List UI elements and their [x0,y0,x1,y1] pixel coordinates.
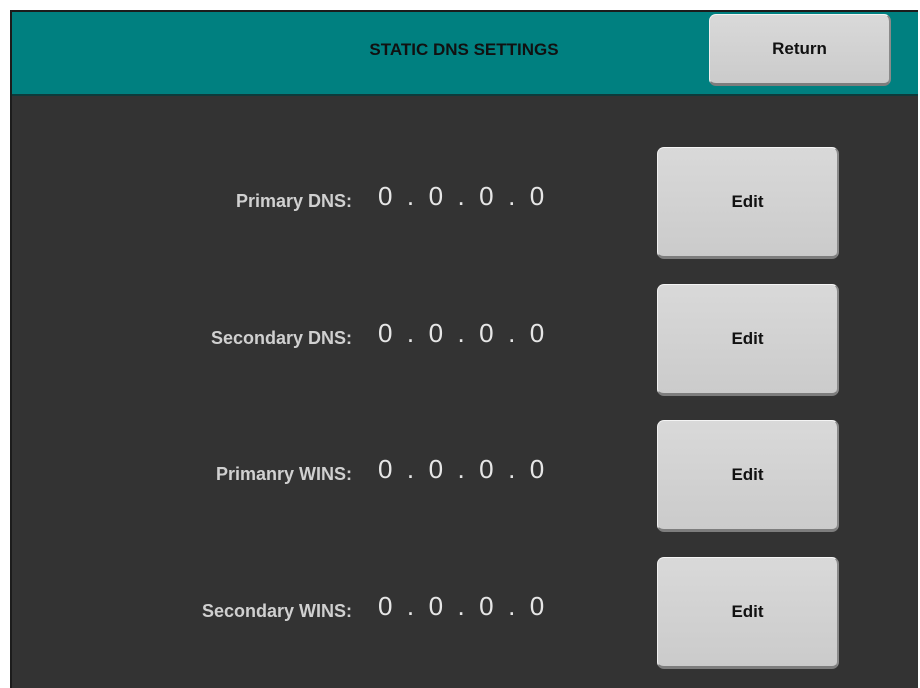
primary-dns-label: Primary DNS: [235,191,352,211]
edit-secondary-wins-button[interactable]: Edit [657,557,839,669]
edit-primary-wins-button[interactable]: Edit [657,420,839,532]
primary-wins-label: Primanry WINS: [215,464,352,484]
secondary-dns-label: Secondary DNS: [210,328,352,348]
page-title: STATIC DNS SETTINGS [369,40,559,59]
secondary-wins-row: Secondary WINS: 0 . 0 . 0 . 0 Edit [12,557,918,669]
secondary-dns-row: Secondary DNS: 0 . 0 . 0 . 0 Edit [12,284,918,396]
return-button[interactable]: Return [709,14,891,86]
header-bar: STATIC DNS SETTINGS Return [12,12,918,96]
primary-dns-value: 0 . 0 . 0 . 0 [378,181,545,211]
secondary-wins-label: Secondary WINS: [201,601,352,621]
dns-settings-screen: STATIC DNS SETTINGS Return Primary DNS: … [10,10,918,688]
primary-wins-row: Primanry WINS: 0 . 0 . 0 . 0 Edit [12,420,918,532]
primary-wins-value: 0 . 0 . 0 . 0 [378,454,545,484]
secondary-wins-value: 0 . 0 . 0 . 0 [378,591,545,621]
primary-dns-row: Primary DNS: 0 . 0 . 0 . 0 Edit [12,147,918,259]
secondary-dns-value: 0 . 0 . 0 . 0 [378,318,545,348]
edit-primary-dns-button[interactable]: Edit [657,147,839,259]
edit-secondary-dns-button[interactable]: Edit [657,284,839,396]
